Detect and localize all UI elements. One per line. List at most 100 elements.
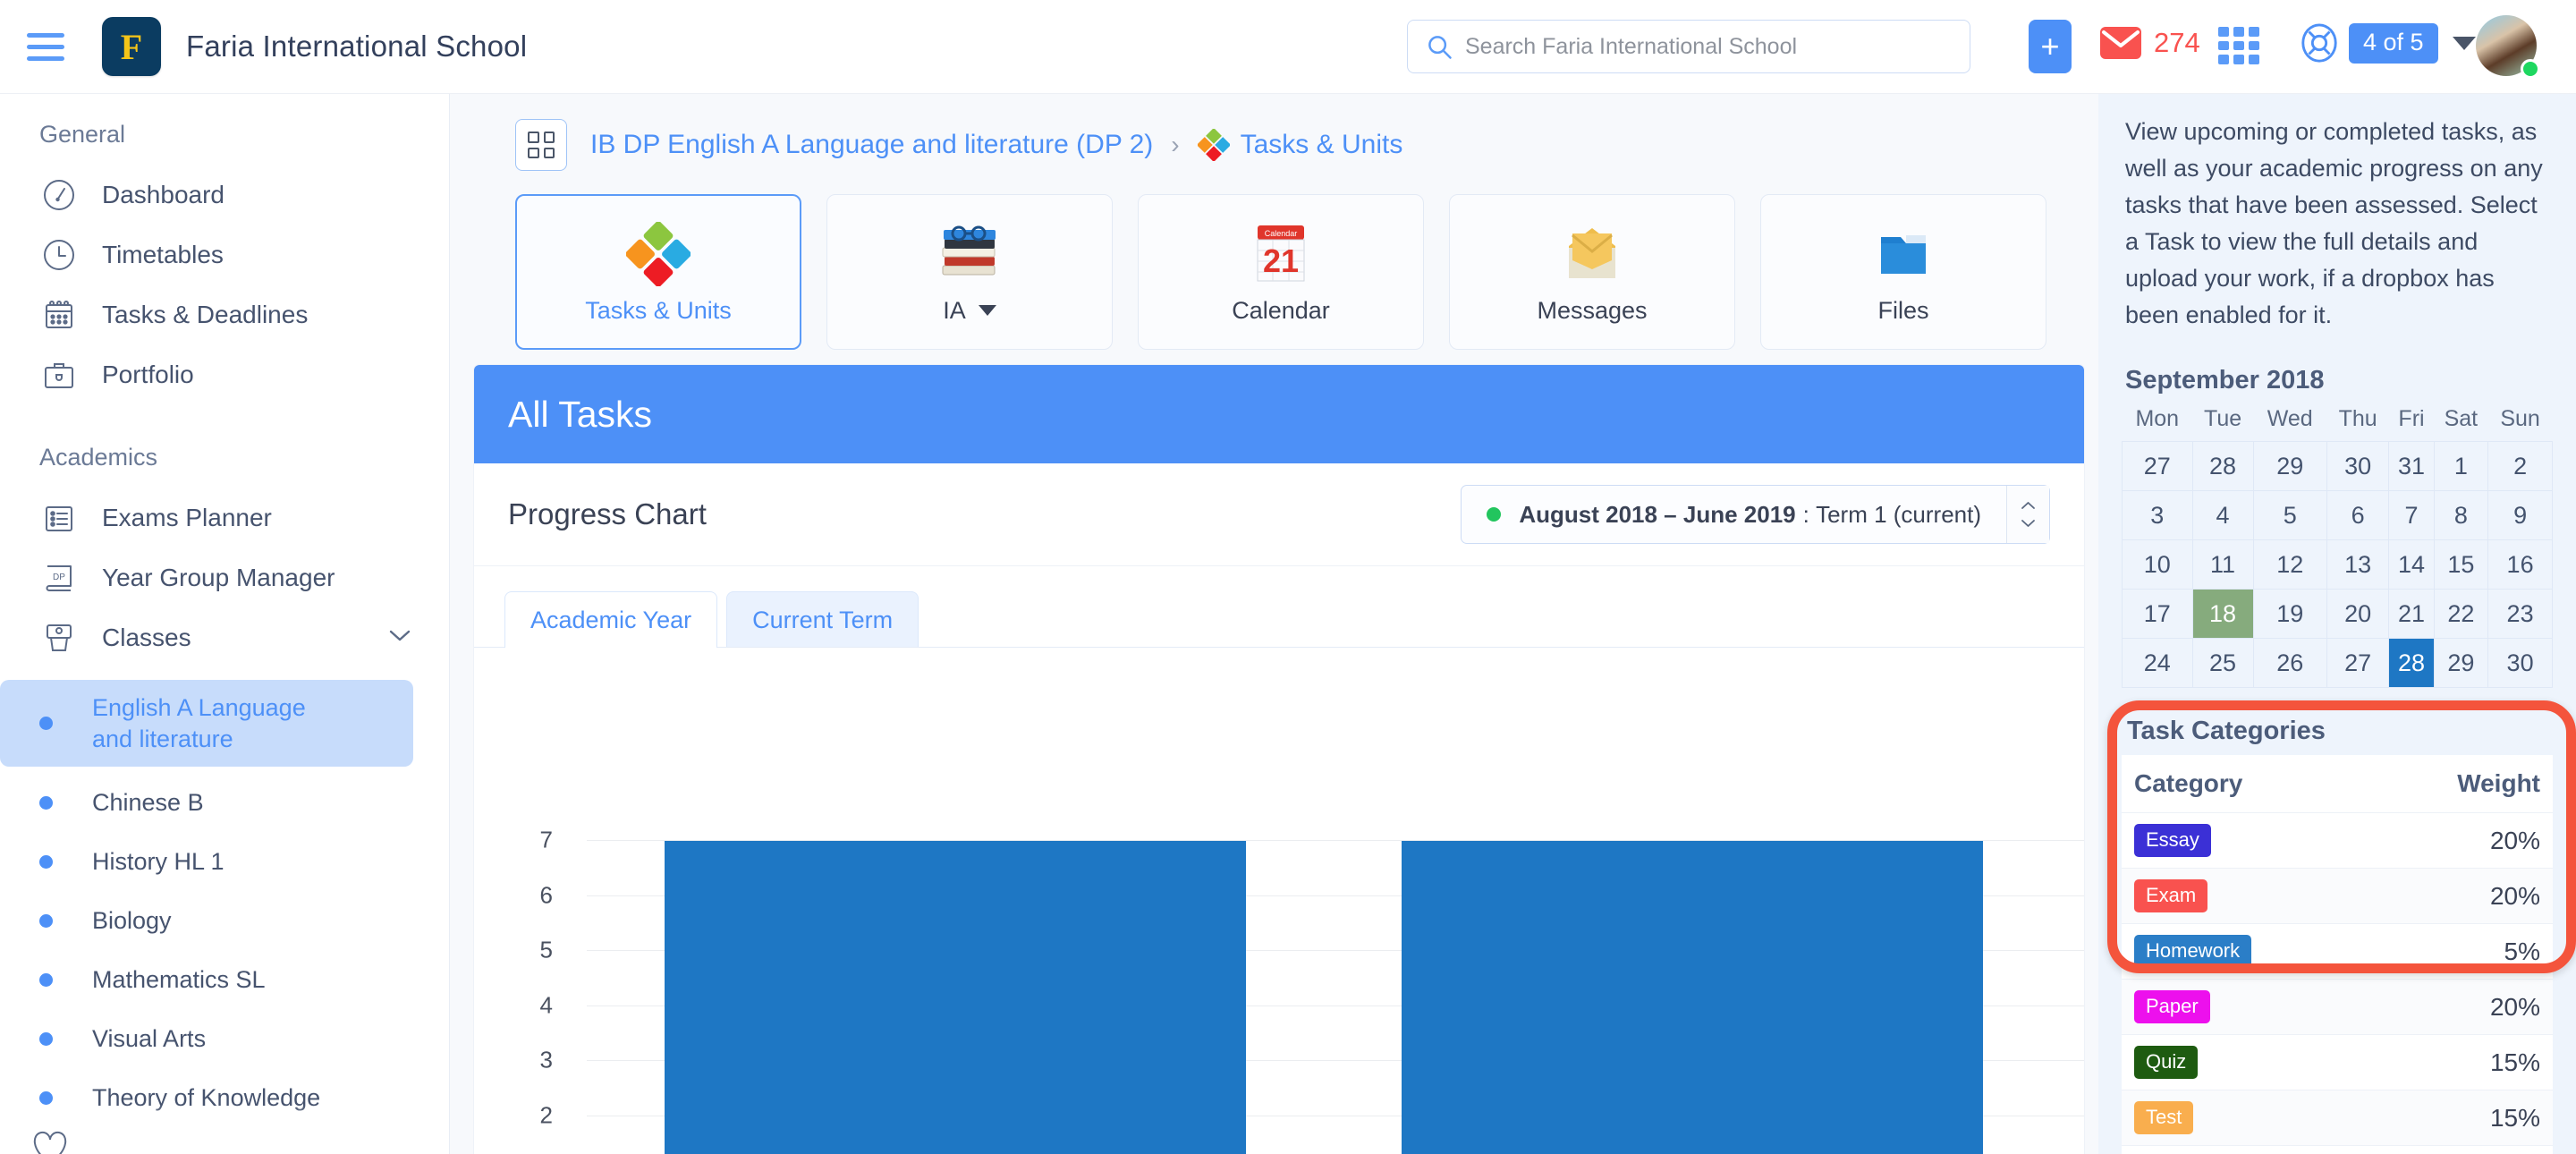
sidebar-class-chinese-b[interactable]: Chinese B (0, 776, 449, 829)
grid-apps-icon[interactable] (2218, 27, 2259, 64)
sidebar-item-label: Classes (102, 624, 191, 652)
help-menu[interactable]: 4 of 5 (2299, 22, 2476, 64)
sidebar-class-theory-of-knowledge[interactable]: Theory of Knowledge (0, 1071, 449, 1124)
task-categories-table: Category Weight Essay20%Exam20%Homework5… (2122, 755, 2553, 1154)
calendar-day-cell[interactable]: 20 (2326, 590, 2389, 639)
category-chip[interactable]: Test (2134, 1101, 2193, 1134)
calendar-day-cell[interactable]: 19 (2253, 590, 2326, 639)
sidebar-item-dashboard[interactable]: Dashboard (0, 165, 449, 225)
breadcrumb-course-link[interactable]: IB DP English A Language and literature … (590, 130, 1153, 160)
chevron-down-icon[interactable] (979, 305, 996, 316)
calendar-day-cell[interactable]: 2 (2488, 442, 2553, 491)
faria-logo[interactable]: F (102, 17, 161, 76)
chart-bar[interactable] (1402, 841, 1984, 1154)
calendar-day-cell[interactable]: 27 (2326, 639, 2389, 688)
sidebar-group-general: General (0, 94, 449, 165)
calendar-day-cell[interactable]: 30 (2488, 639, 2553, 688)
puzzle-icon (1198, 129, 1230, 161)
heart-outline-icon[interactable] (27, 1125, 73, 1154)
task-categories-body: Essay20%Exam20%Homework5%Paper20%Quiz15%… (2122, 813, 2553, 1154)
sidebar: General Dashboard Timetables Tasks & Dea… (0, 94, 450, 1154)
grid-squares-icon[interactable] (515, 119, 567, 171)
add-button[interactable]: + (2029, 20, 2072, 73)
sidebar-class-visual-arts[interactable]: Visual Arts (0, 1012, 449, 1065)
sidebar-class-biology[interactable]: Biology (0, 894, 449, 947)
calendar-day-cell[interactable]: 29 (2434, 639, 2488, 688)
calendar-day-cell[interactable]: 23 (2488, 590, 2553, 639)
calendar-day-cell[interactable]: 7 (2389, 491, 2434, 540)
calendar-day-cell[interactable]: 12 (2253, 540, 2326, 590)
category-cell: Essay (2122, 813, 2367, 869)
calendar-day-cell[interactable]: 1 (2434, 442, 2488, 491)
chart-y-tick-label: 6 (540, 881, 553, 909)
sidebar-item-label: Portfolio (102, 361, 194, 389)
calendar-day-cell[interactable]: 28 (2192, 442, 2253, 491)
column-header-weight: Weight (2367, 755, 2553, 813)
stepper-updown-icon[interactable] (2006, 486, 2049, 543)
card-calendar[interactable]: Calendar 21 Calendar (1138, 194, 1424, 350)
calendar-day-cell[interactable]: 13 (2326, 540, 2389, 590)
calendar-day-cell[interactable]: 29 (2253, 442, 2326, 491)
calendar-day-cell[interactable]: 16 (2488, 540, 2553, 590)
calendar-day-cell[interactable]: 18 (2192, 590, 2253, 639)
chevron-down-icon[interactable] (388, 628, 411, 647)
sidebar-item-exams-planner[interactable]: Exams Planner (0, 488, 449, 547)
term-selector[interactable]: August 2018 – June 2019 : Term 1 (curren… (1461, 485, 2050, 544)
chart-bar[interactable] (665, 841, 1247, 1154)
calendar-day-cell[interactable]: 26 (2253, 639, 2326, 688)
calendar-day-cell[interactable]: 27 (2123, 442, 2193, 491)
card-ia[interactable]: IA (826, 194, 1113, 350)
calendar-day-cell[interactable]: 28 (2389, 639, 2434, 688)
calendar-body[interactable]: 2728293031123456789101112131415161718192… (2123, 442, 2553, 688)
calendar-day-cell[interactable]: 24 (2123, 639, 2193, 688)
mini-calendar[interactable]: MonTueWedThuFriSatSun 272829303112345678… (2122, 406, 2553, 688)
search-box[interactable] (1407, 20, 1970, 73)
sidebar-item-classes[interactable]: Classes (0, 607, 449, 667)
search-input[interactable] (1465, 34, 1952, 60)
category-chip[interactable]: Quiz (2134, 1046, 2198, 1079)
tab-current-term[interactable]: Current Term (726, 591, 919, 648)
sidebar-class-history-hl-1[interactable]: History HL 1 (0, 835, 449, 888)
mail-button[interactable]: 274 (2100, 27, 2200, 59)
category-chip[interactable]: Exam (2134, 879, 2207, 912)
calendar-day-cell[interactable]: 11 (2192, 540, 2253, 590)
hamburger-icon[interactable] (27, 33, 64, 61)
calendar-day-cell[interactable]: 10 (2123, 540, 2193, 590)
puzzle-icon (626, 220, 691, 288)
calendar-day-cell[interactable]: 31 (2389, 442, 2434, 491)
category-chip[interactable]: Paper (2134, 990, 2210, 1023)
calendar-day-cell[interactable]: 25 (2192, 639, 2253, 688)
calendar-day-cell[interactable]: 9 (2488, 491, 2553, 540)
card-files[interactable]: Files (1760, 194, 2046, 350)
card-messages[interactable]: Messages (1449, 194, 1735, 350)
calendar-day-cell[interactable]: 15 (2434, 540, 2488, 590)
calendar-day-cell[interactable]: 14 (2389, 540, 2434, 590)
sidebar-class-mathematics-sl[interactable]: Mathematics SL (0, 953, 449, 1006)
calendar-day-cell[interactable]: 17 (2123, 590, 2193, 639)
category-chip[interactable]: Essay (2134, 824, 2211, 857)
category-cell: Homework (2122, 924, 2367, 980)
card-tasks-units[interactable]: Tasks & Units (515, 194, 801, 350)
sidebar-item-timetables[interactable]: Timetables (0, 225, 449, 284)
chart-y-tick-label: 5 (540, 937, 553, 964)
panel-header: All Tasks (474, 365, 2084, 463)
calendar-day-cell[interactable]: 5 (2253, 491, 2326, 540)
sidebar-item-tasks-deadlines[interactable]: Tasks & Deadlines (0, 284, 449, 344)
sidebar-class-english-a-language-and-literature[interactable]: English A Language and literature (0, 680, 413, 767)
calendar-day-cell[interactable]: 22 (2434, 590, 2488, 639)
calendar-day-cell[interactable]: 6 (2326, 491, 2389, 540)
calendar-day-cell[interactable]: 4 (2192, 491, 2253, 540)
calendar-day-cell[interactable]: 8 (2434, 491, 2488, 540)
calendar-day-cell[interactable]: 3 (2123, 491, 2193, 540)
breadcrumb-current[interactable]: Tasks & Units (1241, 130, 1403, 160)
sidebar-item-year-group-manager[interactable]: DP Year Group Manager (0, 547, 449, 607)
breadcrumb-separator: › (1171, 131, 1179, 159)
calendar-icon (39, 295, 79, 335)
calendar-day-cell[interactable]: 30 (2326, 442, 2389, 491)
calendar-day-cell[interactable]: 21 (2389, 590, 2434, 639)
tab-academic-year[interactable]: Academic Year (504, 591, 717, 648)
category-chip[interactable]: Homework (2134, 935, 2251, 968)
sidebar-item-portfolio[interactable]: Portfolio (0, 344, 449, 404)
chevron-down-icon[interactable] (2453, 37, 2476, 50)
weight-cell: 15% (2367, 1035, 2553, 1090)
